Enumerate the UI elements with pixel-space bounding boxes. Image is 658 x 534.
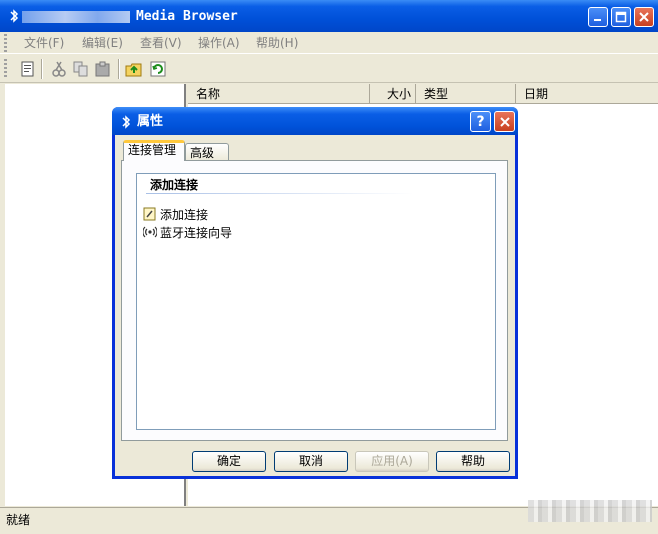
dialog-title: 属性 [137,114,164,129]
menu-grip[interactable] [4,34,7,52]
maximize-button[interactable] [611,7,631,27]
dialog-close-button[interactable] [494,111,515,132]
bluetooth-icon [6,8,22,24]
properties-icon[interactable] [18,60,36,78]
menu-view[interactable]: 查看(V) [140,35,182,51]
column-type[interactable]: 类型 [416,84,516,104]
menu-bar: 文件(F) 编辑(E) 查看(V) 操作(A) 帮助(H) [0,32,658,54]
blurred-watermark [528,500,652,522]
menu-action[interactable]: 操作(A) [198,35,240,51]
group-title: 添加连接 [150,178,199,192]
close-button[interactable] [634,7,654,27]
list-item-label: 蓝牙连接向导 [160,225,233,240]
cut-icon[interactable] [50,60,68,78]
column-date[interactable]: 日期 [516,84,658,104]
menu-file[interactable]: 文件(F) [24,35,64,51]
list-item-bluetooth-wizard[interactable]: 蓝牙连接向导 [142,223,233,241]
toolbar [0,55,658,83]
toolbar-separator [118,59,119,79]
toolbar-grip[interactable] [4,59,7,79]
maximize-icon [615,11,627,23]
toolbar-separator [41,59,42,79]
dialog-title-bar[interactable] [112,107,518,135]
bluetooth-icon [118,114,134,130]
tab-connection-management[interactable]: 连接管理 [123,140,185,161]
close-icon [639,12,649,22]
bluetooth-signal-icon [142,225,158,239]
window-title-text: Media Browser [136,9,238,24]
question-icon: ? [476,113,485,130]
minimize-button[interactable] [588,7,608,27]
list-header: 名称 大小 类型 日期 [188,84,658,104]
paste-icon[interactable] [94,60,112,78]
ok-button[interactable]: 确定 [192,451,266,472]
column-size[interactable]: 大小 [370,84,416,104]
close-icon [499,116,510,127]
menu-edit[interactable]: 编辑(E) [82,35,123,51]
wizard-icon [143,207,157,221]
cancel-button[interactable]: 取消 [274,451,348,472]
apply-button[interactable]: 应用(A) [355,451,429,472]
blurred-region [22,10,130,23]
list-item-add-connection[interactable]: 添加连接 [143,205,208,223]
dialog-help-button[interactable]: ? [470,111,491,132]
tab-advanced[interactable]: 高级 [185,143,229,161]
help-button[interactable]: 帮助 [436,451,510,472]
window-title: Media Browser [22,8,252,26]
menu-help[interactable]: 帮助(H) [256,35,298,51]
group-divider [146,193,414,194]
refresh-icon[interactable] [149,60,167,78]
status-text: 就绪 [6,513,31,527]
copy-icon[interactable] [72,60,90,78]
folder-up-icon[interactable] [125,60,143,78]
column-name[interactable]: 名称 [188,84,370,104]
minimize-icon [594,19,601,21]
list-item-label: 添加连接 [160,207,209,222]
